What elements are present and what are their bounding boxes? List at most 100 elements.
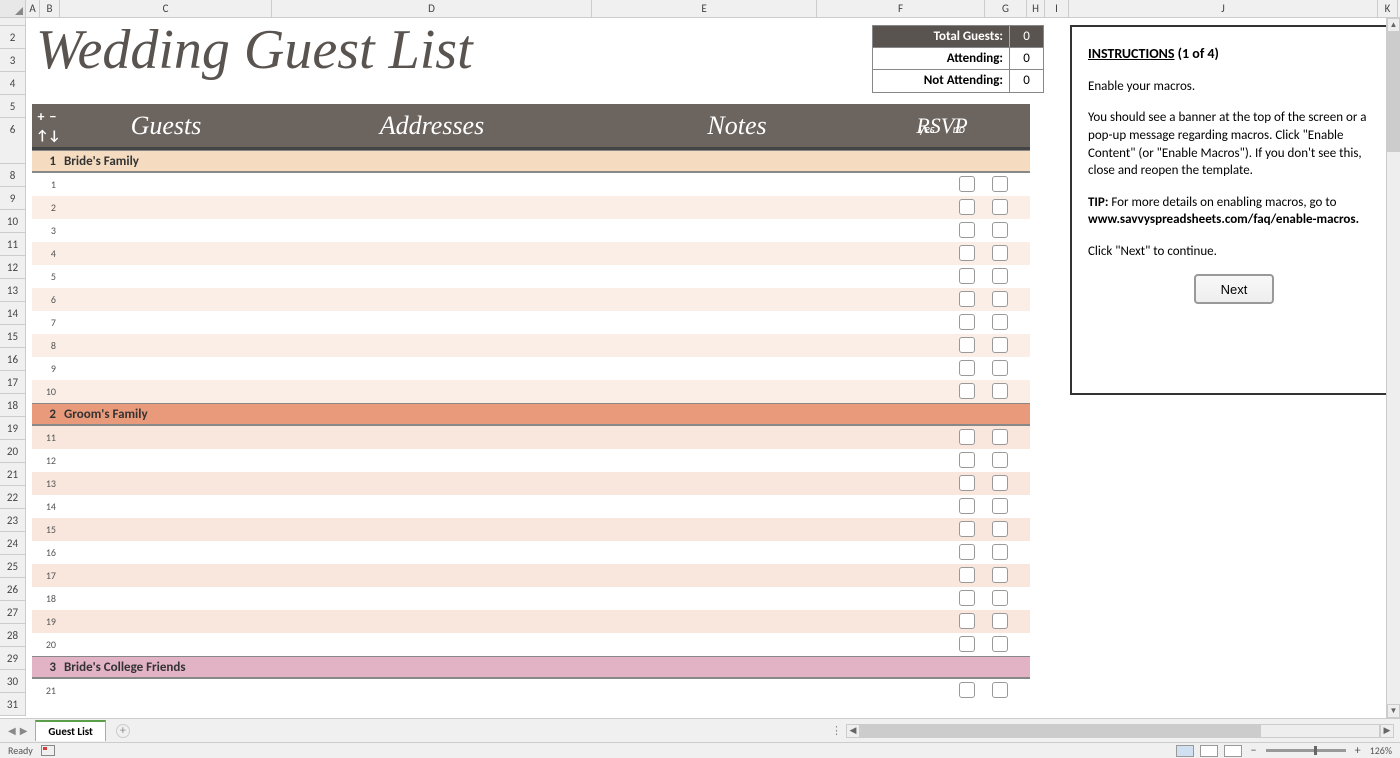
zoom-slider[interactable] (1266, 749, 1346, 752)
rsvp-yes-checkbox[interactable] (959, 383, 975, 399)
move-up-icon[interactable]: ↑ (36, 127, 46, 144)
guest-row[interactable]: 6 (32, 288, 1030, 311)
row-header[interactable]: 21 (0, 463, 26, 486)
rsvp-yes-checkbox[interactable] (959, 291, 975, 307)
tab-nav-prev-icon[interactable]: ◀ (8, 724, 16, 737)
rsvp-yes-checkbox[interactable] (959, 268, 975, 284)
rsvp-no-checkbox[interactable] (992, 222, 1008, 238)
guest-row[interactable]: 12 (32, 449, 1030, 472)
hscroll-right-button[interactable]: ▶ (1380, 724, 1394, 738)
rsvp-no-checkbox[interactable] (992, 429, 1008, 445)
next-button[interactable]: Next (1194, 274, 1274, 304)
move-down-icon[interactable]: ↓ (48, 127, 58, 144)
row-header[interactable]: 13 (0, 279, 26, 302)
column-header[interactable]: G (985, 0, 1027, 17)
rsvp-no-checkbox[interactable] (992, 521, 1008, 537)
rsvp-no-checkbox[interactable] (992, 452, 1008, 468)
rsvp-yes-checkbox[interactable] (959, 337, 975, 353)
tab-nav-next-icon[interactable]: ▶ (20, 724, 28, 737)
rsvp-yes-checkbox[interactable] (959, 636, 975, 652)
row-header[interactable]: 29 (0, 647, 26, 670)
sheet-tab-guestlist[interactable]: Guest List (35, 720, 105, 741)
hscroll-left-button[interactable]: ◀ (846, 724, 860, 738)
row-header[interactable]: 16 (0, 348, 26, 371)
column-header[interactable]: J (1069, 0, 1378, 17)
guest-row[interactable]: 5 (32, 265, 1030, 288)
rsvp-no-checkbox[interactable] (992, 567, 1008, 583)
rsvp-yes-checkbox[interactable] (959, 613, 975, 629)
row-header[interactable]: 23 (0, 509, 26, 532)
rsvp-yes-checkbox[interactable] (959, 475, 975, 491)
row-header[interactable]: 8 (0, 164, 26, 187)
remove-row-icon[interactable]: − (48, 108, 58, 125)
rsvp-yes-checkbox[interactable] (959, 567, 975, 583)
row-header[interactable]: 19 (0, 417, 26, 440)
add-row-icon[interactable]: + (36, 108, 46, 125)
rsvp-no-checkbox[interactable] (992, 314, 1008, 330)
scroll-thumb[interactable] (1387, 32, 1400, 152)
guest-row[interactable]: 1 (32, 173, 1030, 196)
row-header[interactable]: 11 (0, 233, 26, 256)
rsvp-no-checkbox[interactable] (992, 268, 1008, 284)
rsvp-no-checkbox[interactable] (992, 360, 1008, 376)
rsvp-no-checkbox[interactable] (992, 291, 1008, 307)
rsvp-yes-checkbox[interactable] (959, 590, 975, 606)
add-sheet-button[interactable]: + (116, 724, 130, 738)
rsvp-no-checkbox[interactable] (992, 544, 1008, 560)
row-header[interactable]: 18 (0, 394, 26, 417)
rsvp-no-checkbox[interactable] (992, 682, 1008, 698)
guest-row[interactable]: 4 (32, 242, 1030, 265)
rsvp-no-checkbox[interactable] (992, 475, 1008, 491)
zoom-out-button[interactable]: − (1248, 744, 1260, 758)
rsvp-yes-checkbox[interactable] (959, 682, 975, 698)
guest-row[interactable]: 2 (32, 196, 1030, 219)
guest-row[interactable]: 15 (32, 518, 1030, 541)
row-header[interactable]: 10 (0, 210, 26, 233)
rsvp-yes-checkbox[interactable] (959, 452, 975, 468)
guest-row[interactable]: 9 (32, 357, 1030, 380)
row-header[interactable]: 14 (0, 302, 26, 325)
row-header[interactable]: 30 (0, 670, 26, 693)
scroll-down-button[interactable]: ▼ (1387, 704, 1400, 718)
rsvp-yes-checkbox[interactable] (959, 521, 975, 537)
column-header[interactable]: D (272, 0, 592, 17)
rsvp-yes-checkbox[interactable] (959, 199, 975, 215)
row-header[interactable]: 3 (0, 49, 26, 72)
view-pagebreak-button[interactable] (1224, 745, 1242, 757)
column-header[interactable]: F (817, 0, 985, 17)
row-header[interactable]: 12 (0, 256, 26, 279)
guest-row[interactable]: 14 (32, 495, 1030, 518)
row-header[interactable]: 24 (0, 532, 26, 555)
column-header[interactable]: E (592, 0, 817, 17)
vertical-scrollbar[interactable]: ▲ ▼ (1386, 18, 1400, 718)
guest-row[interactable]: 16 (32, 541, 1030, 564)
guest-row[interactable]: 17 (32, 564, 1030, 587)
row-header[interactable]: 5 (0, 95, 26, 118)
row-header[interactable]: 9 (0, 187, 26, 210)
row-header[interactable]: 2 (0, 26, 26, 49)
rsvp-yes-checkbox[interactable] (959, 544, 975, 560)
rsvp-yes-checkbox[interactable] (959, 498, 975, 514)
rsvp-yes-checkbox[interactable] (959, 429, 975, 445)
column-header[interactable]: C (60, 0, 272, 17)
zoom-level[interactable]: 126% (1370, 744, 1392, 757)
guest-row[interactable]: 21 (32, 679, 1030, 702)
rsvp-yes-checkbox[interactable] (959, 245, 975, 261)
macro-recording-icon[interactable] (41, 745, 55, 756)
row-header[interactable]: 15 (0, 325, 26, 348)
view-normal-button[interactable] (1176, 745, 1194, 757)
row-header[interactable]: 6 (0, 118, 26, 164)
row-header[interactable]: 27 (0, 601, 26, 624)
guest-row[interactable]: 10 (32, 380, 1030, 403)
row-header[interactable] (0, 18, 26, 26)
row-header[interactable]: 20 (0, 440, 26, 463)
zoom-in-button[interactable]: + (1352, 744, 1364, 758)
select-all-corner[interactable] (0, 0, 26, 17)
rsvp-no-checkbox[interactable] (992, 498, 1008, 514)
row-header[interactable]: 28 (0, 624, 26, 647)
rsvp-yes-checkbox[interactable] (959, 176, 975, 192)
row-header[interactable]: 17 (0, 371, 26, 394)
rsvp-yes-checkbox[interactable] (959, 360, 975, 376)
scroll-up-button[interactable]: ▲ (1387, 18, 1400, 32)
rsvp-no-checkbox[interactable] (992, 636, 1008, 652)
